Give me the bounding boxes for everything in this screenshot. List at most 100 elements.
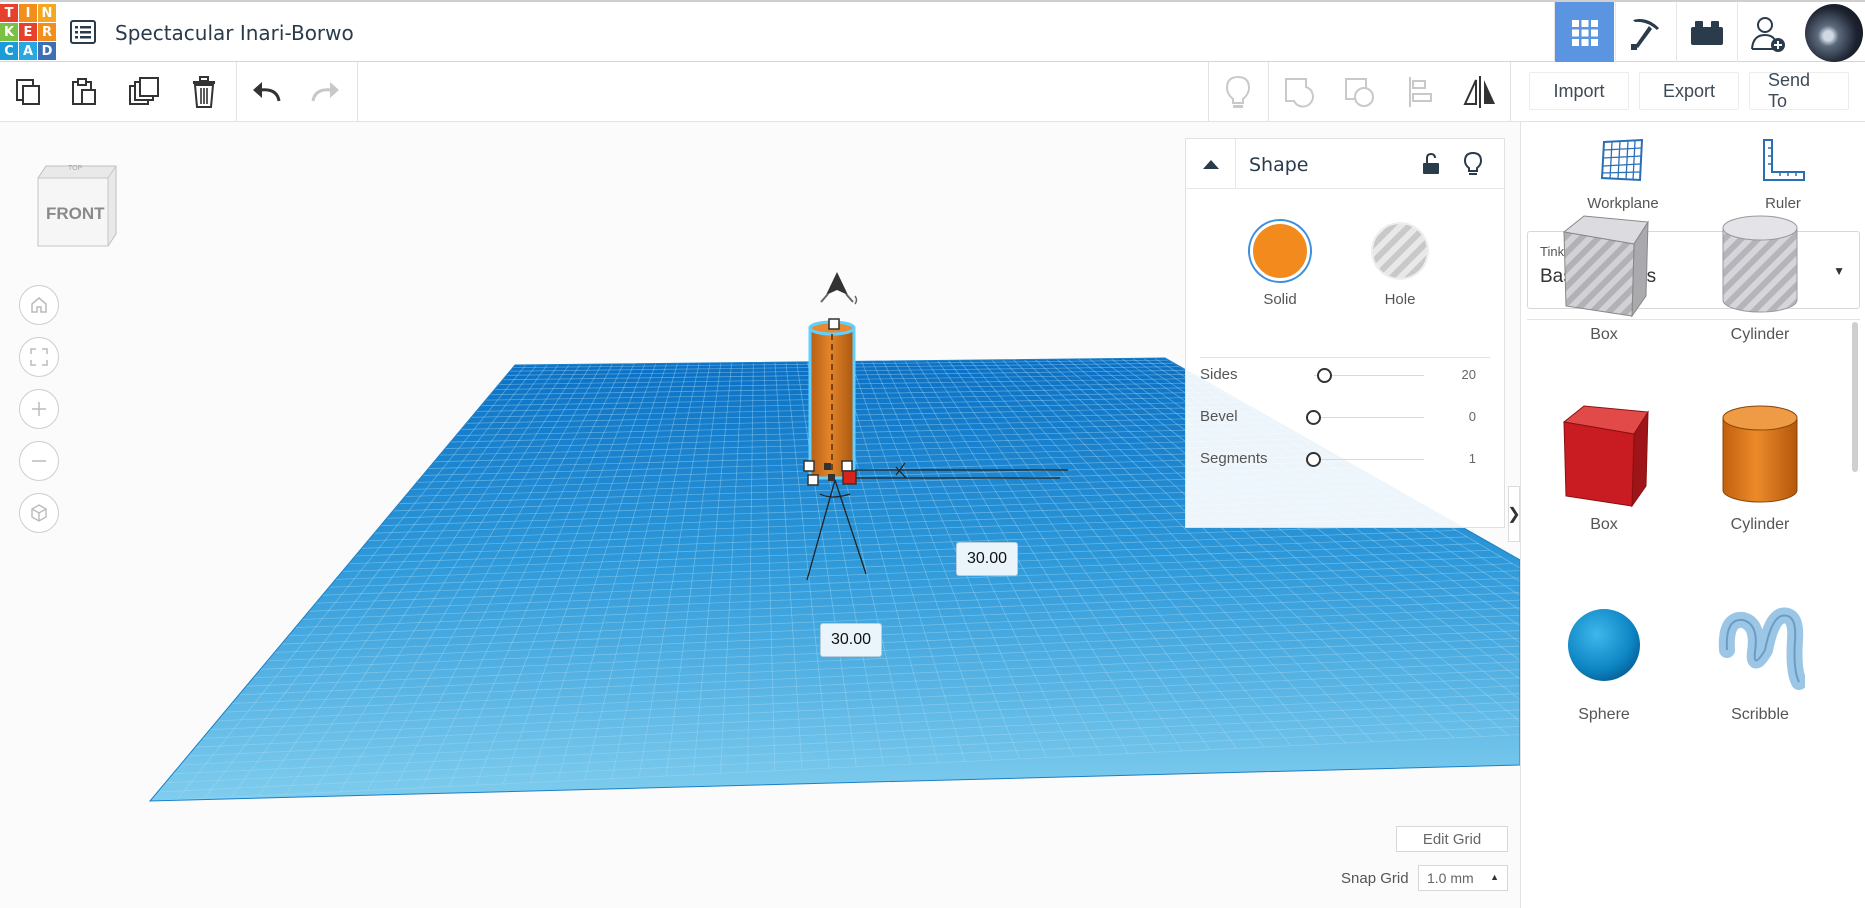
bevel-label: Bevel (1200, 408, 1238, 425)
shape-inspector: Shape Solid Hole Sides 20 Bevel 0 Segments 1 (1185, 138, 1505, 528)
top-bar: TIN KER CAD Spectacular Inari-Borwo (0, 0, 1865, 63)
copy-icon (16, 78, 40, 105)
avatar[interactable] (1805, 4, 1863, 62)
logo-letter: A (19, 42, 37, 60)
caret-down-icon: ▼ (1833, 264, 1845, 278)
undo-icon (253, 81, 281, 101)
segments-slider-track[interactable] (1314, 459, 1424, 460)
shape-sphere[interactable]: Sphere (1539, 590, 1669, 724)
nav-3d-design-button[interactable] (1554, 2, 1614, 63)
group-icon (1285, 77, 1314, 108)
shape-label: Scribble (1731, 706, 1789, 723)
shape-cylinder-hole[interactable]: Cylinder (1695, 210, 1825, 344)
nav-codeblocks-button[interactable] (1615, 2, 1675, 63)
segments-slider-handle[interactable] (1306, 452, 1321, 467)
bevel-slider-track[interactable] (1314, 417, 1424, 418)
logo-letter: K (0, 23, 18, 41)
shape-scribble[interactable]: Scribble (1695, 590, 1825, 724)
align-icon (1409, 76, 1432, 107)
import-button[interactable]: Import (1529, 72, 1629, 110)
lock-button[interactable] (1418, 151, 1444, 177)
snap-grid-label: Snap Grid (1341, 870, 1409, 887)
shape-label: Box (1590, 326, 1618, 343)
segments-label: Segments (1200, 450, 1268, 467)
collapse-inspector-button[interactable] (1186, 139, 1236, 189)
bevel-value[interactable]: 0 (1469, 409, 1476, 424)
notes-button[interactable] (1209, 62, 1267, 121)
sides-label: Sides (1200, 366, 1238, 383)
hole-swatch[interactable] (1373, 224, 1427, 278)
grid-icon (1571, 19, 1598, 46)
home-view-button[interactable] (19, 285, 59, 325)
chevron-right-icon: ❯ (1507, 506, 1521, 523)
logo-letter: N (38, 4, 56, 22)
hole-option[interactable]: Hole (1360, 221, 1440, 308)
design-list-icon[interactable] (68, 17, 98, 47)
dimension-depth-label[interactable]: 30.00 (820, 623, 882, 657)
view-cube[interactable]: TOP FRONT (32, 160, 122, 260)
tinkercad-logo[interactable]: TIN KER CAD (0, 4, 56, 60)
snap-grid-select[interactable]: 1.0 mm ▲ (1418, 865, 1508, 891)
solid-color-swatch[interactable] (1250, 221, 1310, 281)
export-button[interactable]: Export (1639, 72, 1739, 110)
perspective-toggle-button[interactable] (19, 493, 59, 533)
mirror-button[interactable] (1451, 62, 1509, 121)
workplane-icon (1600, 138, 1644, 182)
add-user-icon (1750, 16, 1785, 52)
delete-button[interactable] (175, 62, 233, 121)
sides-slider-handle[interactable] (1317, 368, 1332, 383)
shape-cylinder-solid[interactable]: Cylinder (1695, 400, 1825, 534)
shape-label: Sphere (1578, 706, 1630, 723)
inspector-title: Shape (1249, 154, 1309, 176)
nav-bricks-button[interactable] (1676, 2, 1736, 63)
fit-icon (30, 348, 48, 366)
lightbulb-icon (1463, 151, 1483, 175)
bevel-slider-handle[interactable] (1306, 410, 1321, 425)
logo-letter: D (38, 42, 56, 60)
shape-inspector-header: Shape (1186, 139, 1504, 189)
sidebar-scrollbar[interactable] (1852, 322, 1858, 472)
cylinder-icon (1705, 400, 1815, 510)
nav-user-button[interactable] (1737, 2, 1797, 63)
ruler-tool[interactable]: Ruler (1723, 138, 1843, 212)
logo-letter: C (0, 42, 18, 60)
cube-outline-icon (31, 504, 47, 522)
ungroup-button[interactable] (1330, 62, 1388, 121)
snap-grid-value: 1.0 mm (1427, 870, 1474, 886)
box-hole-icon (1549, 210, 1659, 320)
shape-notes-button[interactable] (1460, 151, 1486, 177)
mirror-icon (1463, 75, 1495, 108)
workplane-tool[interactable]: Workplane (1563, 138, 1683, 212)
ungroup-icon (1345, 77, 1374, 107)
copy-button[interactable] (0, 62, 58, 121)
minus-icon (32, 460, 46, 462)
view-cube-top-label: TOP (68, 165, 83, 172)
lightbulb-icon (1225, 75, 1251, 108)
fit-view-button[interactable] (19, 337, 59, 377)
solid-option[interactable]: Solid (1240, 221, 1320, 308)
toggle-shapes-panel-button[interactable]: ❯ (1507, 486, 1521, 542)
sphere-icon (1549, 590, 1659, 700)
duplicate-icon (129, 76, 159, 105)
edit-grid-button[interactable]: Edit Grid (1396, 826, 1508, 852)
shape-box-hole[interactable]: Box (1539, 210, 1669, 344)
prop-row-sides: Sides 20 (1200, 363, 1490, 387)
undo-button[interactable] (238, 62, 296, 121)
align-button[interactable] (1392, 62, 1450, 121)
lift-arrow-icon[interactable] (820, 272, 858, 319)
view-cube-front-label: FRONT (46, 204, 105, 223)
segments-value[interactable]: 1 (1469, 451, 1476, 466)
cylinder-hole-icon (1705, 210, 1815, 320)
sides-value[interactable]: 20 (1462, 367, 1476, 382)
shape-box-solid[interactable]: Box (1539, 400, 1669, 534)
paste-button[interactable] (55, 62, 113, 121)
zoom-out-button[interactable] (19, 441, 59, 481)
zoom-in-button[interactable] (19, 389, 59, 429)
send-to-button[interactable]: Send To (1749, 70, 1849, 111)
design-title[interactable]: Spectacular Inari-Borwo (115, 21, 354, 45)
logo-letter: R (38, 23, 56, 41)
duplicate-button[interactable] (115, 62, 173, 121)
redo-button[interactable] (296, 62, 354, 121)
dimension-width-label[interactable]: 30.00 (956, 542, 1018, 576)
group-button[interactable] (1270, 62, 1328, 121)
